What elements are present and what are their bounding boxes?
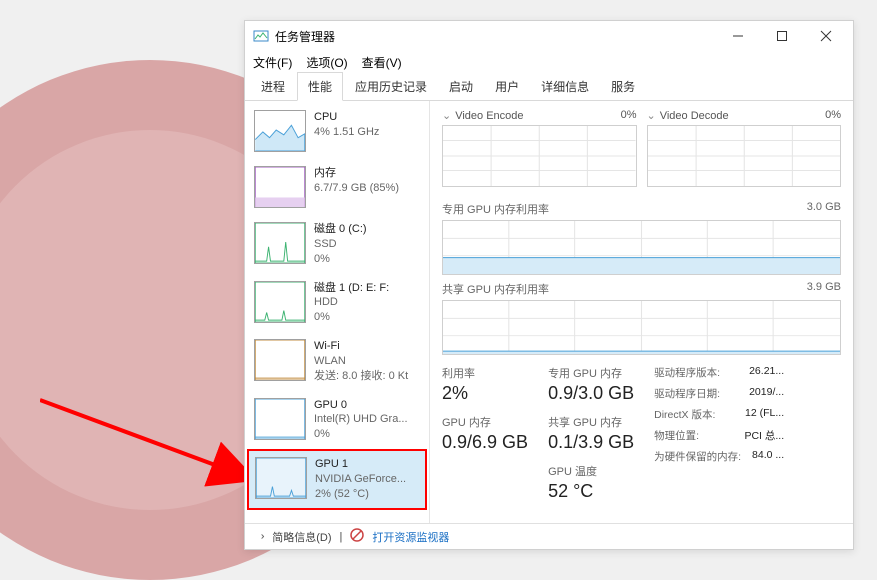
menu-file[interactable]: 文件(F) (253, 54, 292, 71)
statusbar: ⌃ 简略信息(D) | 打开资源监视器 (245, 523, 853, 549)
tab-app-history[interactable]: 应用历史记录 (345, 73, 437, 100)
video-encode-chart (442, 125, 637, 187)
tab-details[interactable]: 详细信息 (531, 73, 599, 100)
sidebar-item-label: 内存 (314, 166, 420, 181)
sidebar-item-label: CPU (314, 110, 420, 125)
temp-value: 52 °C (548, 481, 634, 502)
chart-pct: 0% (621, 109, 637, 122)
sidebar-item-gpu1[interactable]: GPU 1NVIDIA GeForce...2% (52 °C) (247, 449, 427, 510)
wifi-thumb (254, 339, 306, 381)
shared-mem-chart (442, 300, 841, 355)
shrmem-label: 共享 GPU 内存 (548, 414, 634, 430)
open-resource-monitor-link[interactable]: 打开资源监视器 (372, 529, 449, 545)
performance-sidebar: CPU4% 1.51 GHz 内存6.7/7.9 GB (85%) 磁盘 0 (… (245, 101, 430, 523)
tab-processes[interactable]: 进程 (251, 73, 295, 100)
tab-users[interactable]: 用户 (485, 73, 529, 100)
shr-mem-label: 共享 GPU 内存利用率 (442, 281, 549, 297)
gpu0-thumb (254, 398, 306, 440)
chevron-down-icon[interactable]: ⌄ (647, 110, 656, 122)
chart-pct: 0% (825, 109, 841, 122)
gpumem-label: GPU 内存 (442, 414, 528, 430)
disk1-thumb (254, 281, 306, 323)
sidebar-item-label: 磁盘 1 (D: E: F: (314, 281, 420, 296)
shrmem-value: 0.1/3.9 GB (548, 432, 634, 453)
brief-info-button[interactable]: 简略信息(D) (272, 529, 331, 545)
disk0-thumb (254, 222, 306, 264)
chart-label: Video Decode (660, 110, 729, 122)
sidebar-item-gpu0[interactable]: GPU 0Intel(R) UHD Gra...0% (247, 391, 427, 450)
dedmem-value: 0.9/3.0 GB (548, 383, 634, 404)
close-button[interactable] (813, 25, 839, 47)
resource-monitor-icon (350, 528, 364, 545)
menu-view[interactable]: 查看(V) (362, 54, 402, 71)
titlebar: 任务管理器 (245, 21, 853, 51)
chevron-down-icon[interactable]: ⌄ (442, 110, 451, 122)
sidebar-item-disk0[interactable]: 磁盘 0 (C:)SSD0% (247, 215, 427, 274)
app-icon (253, 28, 269, 44)
shr-mem-max: 3.9 GB (807, 281, 841, 297)
sidebar-item-label: Wi-Fi (314, 339, 420, 354)
sidebar-item-label: 磁盘 0 (C:) (314, 222, 420, 237)
menubar: 文件(F) 选项(O) 查看(V) (245, 51, 853, 73)
util-value: 2% (442, 383, 528, 404)
menu-options[interactable]: 选项(O) (306, 54, 347, 71)
collapse-icon[interactable]: ⌃ (253, 532, 266, 541)
gpumem-value: 0.9/6.9 GB (442, 432, 528, 453)
minimize-button[interactable] (725, 25, 751, 47)
dedmem-label: 专用 GPU 内存 (548, 365, 634, 381)
util-label: 利用率 (442, 365, 528, 381)
memory-thumb (254, 166, 306, 208)
tab-services[interactable]: 服务 (601, 73, 645, 100)
temp-label: GPU 温度 (548, 463, 634, 479)
sidebar-item-disk1[interactable]: 磁盘 1 (D: E: F:HDD0% (247, 274, 427, 333)
ded-mem-label: 专用 GPU 内存利用率 (442, 201, 549, 217)
chart-label: Video Encode (455, 110, 523, 122)
sidebar-item-label: GPU 0 (314, 398, 420, 413)
sidebar-item-cpu[interactable]: CPU4% 1.51 GHz (247, 103, 427, 159)
sidebar-item-memory[interactable]: 内存6.7/7.9 GB (85%) (247, 159, 427, 215)
tab-startup[interactable]: 启动 (439, 73, 483, 100)
sidebar-item-wifi[interactable]: Wi-FiWLAN发送: 8.0 接收: 0 Kt (247, 332, 427, 391)
tabbar: 进程 性能 应用历史记录 启动 用户 详细信息 服务 (245, 73, 853, 101)
cpu-thumb (254, 110, 306, 152)
gpu1-thumb (255, 457, 307, 499)
maximize-button[interactable] (769, 25, 795, 47)
window-title: 任务管理器 (275, 28, 725, 45)
tab-performance[interactable]: 性能 (297, 72, 343, 101)
dedicated-mem-chart (442, 220, 841, 275)
sidebar-item-label: GPU 1 (315, 457, 419, 472)
video-decode-chart (647, 125, 842, 187)
ded-mem-max: 3.0 GB (807, 201, 841, 217)
detail-pane: ⌄ Video Encode 0% ⌄ Video Decode 0% 专用 GPU 内… (430, 101, 853, 523)
task-manager-window: 任务管理器 文件(F) 选项(O) 查看(V) 进程 性能 应用历史记录 启动 … (244, 20, 854, 550)
